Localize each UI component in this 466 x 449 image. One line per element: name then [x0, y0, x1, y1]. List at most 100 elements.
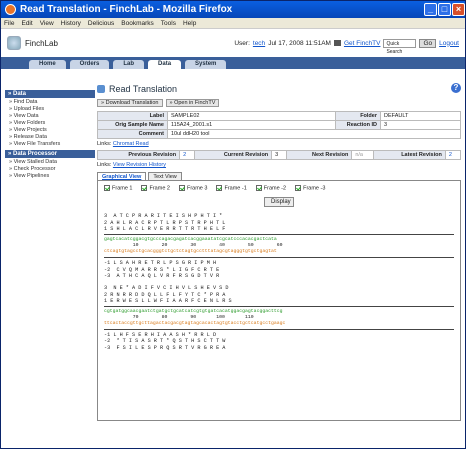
checkbox-icon [141, 185, 148, 191]
open-finchtv-button[interactable]: » Open in FinchTV [165, 99, 220, 107]
latest-revision-link[interactable]: 2 [444, 150, 462, 160]
links-row-2: Links: View Revision History [97, 162, 166, 168]
menu-file[interactable]: File [4, 20, 14, 27]
app-logo[interactable]: FinchLab [7, 36, 58, 50]
sidebar-item-stalled-data[interactable]: » View Stalled Data [5, 158, 95, 165]
checkbox-icon [104, 185, 110, 191]
dna-complement: ttcactaccgttgcttagactacgacgtagtagcacacta… [104, 321, 286, 327]
revision-table: Previous Revision 2 Current Revision 3 Nex… [96, 150, 462, 160]
info-table: Label SAMPLE02 Folder DEFAULT Orig Sample N… [97, 111, 461, 139]
frame-2-checkbox[interactable]: Frame 2 [141, 185, 170, 191]
frame-selector: Frame 1 Frame 2 Frame 3 Frame -1 Frame -… [104, 185, 454, 191]
view-tabs: Graphical View Text View [97, 172, 461, 181]
menu-tools[interactable]: Tools [161, 20, 176, 27]
finchtv-link[interactable]: Get FinchTV [344, 40, 380, 47]
tab-text-view[interactable]: Text View [148, 172, 182, 180]
main-content: Read Translation ? » Download Translatio… [96, 83, 462, 421]
finchtv-icon [333, 40, 341, 46]
label-key: Label [97, 111, 168, 121]
tab-lab[interactable]: Lab [113, 60, 145, 69]
divider [104, 257, 454, 259]
tab-graphical-view[interactable]: Graphical View [97, 172, 147, 180]
latest-revision-key: Latest Revision [373, 150, 446, 160]
close-icon[interactable]: × [452, 3, 465, 16]
go-button[interactable]: Go [419, 38, 437, 48]
menu-bookmarks[interactable]: Bookmarks [121, 20, 154, 27]
sidebar-item-find-data[interactable]: » Find Data [5, 98, 95, 105]
user-link[interactable]: tech [253, 40, 265, 47]
page-title: Read Translation [97, 83, 461, 95]
menu-delicious[interactable]: Delicious [88, 20, 114, 27]
sequence-block-2: 3 N E * A D I F V C I H V L S H E V S D … [104, 285, 454, 351]
checkbox-icon [295, 185, 302, 191]
download-translation-button[interactable]: » Download Translation [97, 99, 163, 107]
translation-panel: Frame 1 Frame 2 Frame 3 Frame -1 Frame -… [97, 181, 461, 421]
aa-frame-neg3: -3 F S I L E S P R Q S R T V R G R E A [104, 344, 226, 351]
aa-frame-1: 1 S H L A C L R V E R R T T R T H E L F [104, 226, 226, 233]
sidebar-header-processor[interactable]: » Data Processor [5, 150, 95, 158]
sequence-block-1: 3 A T C P R A R I T E I S H P H T I * 2 … [104, 213, 454, 279]
user-bar: User: tech Jul 17, 2008 11:51AM Get Finc… [234, 38, 459, 55]
display-button[interactable]: Display [264, 197, 294, 208]
minimize-icon[interactable]: _ [424, 3, 437, 16]
date-text: Jul 17, 2008 11:51AM [268, 39, 331, 47]
prev-revision-key: Previous Revision [96, 150, 181, 160]
quick-search-input[interactable]: Quick Search [383, 38, 417, 55]
checkbox-icon [216, 185, 223, 191]
app-header: FinchLab User: tech Jul 17, 2008 11:51AM… [1, 29, 465, 57]
app-name: FinchLab [25, 38, 58, 48]
aa-frame-1: 1 E R W E S L L W F I A A R F C E N L R … [104, 297, 232, 304]
aa-frame-neg3: -3 A T H C A Q L V R F R S G D T V R [104, 272, 220, 279]
maximize-icon[interactable]: □ [438, 3, 451, 16]
menu-bar: File Edit View History Delicious Bookmar… [1, 18, 465, 29]
frame-neg3-checkbox[interactable]: Frame -3 [295, 185, 325, 191]
sidebar-item-check-processor[interactable]: » Check Processor [5, 165, 95, 172]
next-revision-key: Next Revision [286, 150, 353, 160]
frame-1-checkbox[interactable]: Frame 1 [104, 185, 132, 191]
label-value: SAMPLE02 [167, 111, 336, 121]
sidebar-item-view-pipelines[interactable]: » View Pipelines [5, 172, 95, 179]
frame-neg1-checkbox[interactable]: Frame -1 [216, 185, 247, 191]
window-title: Read Translation - FinchLab - Mozilla Fi… [20, 4, 233, 15]
tab-home[interactable]: Home [29, 60, 66, 69]
links-row-1: Links: Chromat Read [97, 141, 149, 147]
sidebar-item-upload-files[interactable]: » Upload Files [5, 105, 95, 112]
sidebar-item-view-file-transfers[interactable]: » View File Transfers [5, 140, 95, 147]
cur-revision-key: Current Revision [194, 150, 273, 160]
revision-history-link[interactable]: View Revision History [113, 162, 166, 168]
tab-data[interactable]: Data [148, 60, 182, 69]
logout-link[interactable]: Logout [439, 40, 459, 47]
menu-help[interactable]: Help [183, 20, 196, 27]
chromat-read-link[interactable]: Chromat Read [113, 141, 149, 147]
sidebar-item-view-data[interactable]: » View Data [5, 112, 95, 119]
divider [104, 234, 454, 236]
browser-window: Read Translation - FinchLab - Mozilla Fi… [0, 0, 466, 449]
menu-history[interactable]: History [61, 20, 81, 27]
prev-revision-link[interactable]: 2 [179, 150, 196, 160]
sidebar-item-release-data[interactable]: » Release Data [5, 133, 95, 140]
dna-complement: ctcagtgtagcctgcacgggtctgctctagtgcctttata… [104, 249, 277, 255]
sidebar-item-view-folders[interactable]: » View Folders [5, 119, 95, 126]
menu-view[interactable]: View [40, 20, 54, 27]
title-bar: Read Translation - FinchLab - Mozilla Fi… [1, 1, 465, 18]
menu-edit[interactable]: Edit [21, 20, 32, 27]
sidebar-item-view-projects[interactable]: » View Projects [5, 126, 95, 133]
comment-key: Comment [97, 129, 168, 139]
sample-value: 115A24_2001.s1 [167, 120, 336, 130]
divider [104, 306, 454, 308]
comment-value: 10ul ddH20 tool [167, 129, 461, 139]
help-icon[interactable]: ? [451, 83, 461, 93]
folder-key: Folder [335, 111, 381, 121]
folder-value: DEFAULT [380, 111, 461, 121]
frame-3-checkbox[interactable]: Frame 3 [178, 185, 207, 191]
tab-orders[interactable]: Orders [69, 60, 110, 69]
tab-system[interactable]: System [185, 60, 227, 69]
page-title-icon [97, 85, 105, 93]
finchlab-logo-icon [7, 36, 21, 50]
cur-revision-value: 3 [271, 150, 288, 160]
sidebar: » Data » Find Data » Upload Files » View… [5, 87, 95, 179]
sample-key: Orig Sample Name [97, 120, 168, 130]
nav-tabs: Home Orders Lab Data System [1, 57, 465, 69]
frame-neg2-checkbox[interactable]: Frame -2 [255, 185, 286, 191]
sidebar-header-data[interactable]: » Data [5, 90, 95, 98]
